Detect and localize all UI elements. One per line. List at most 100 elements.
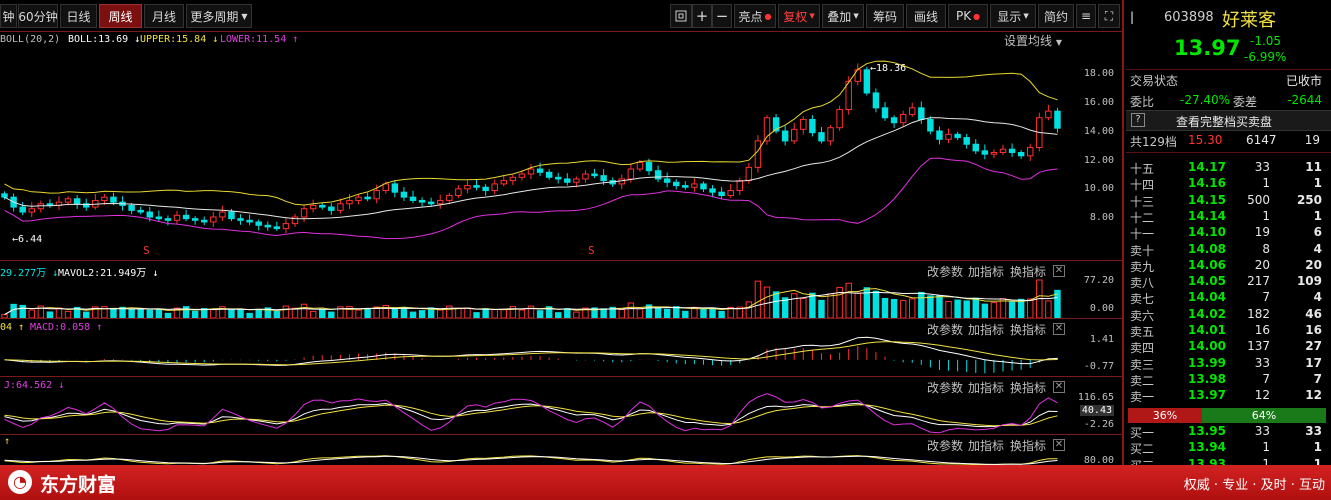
candle-body: [282, 223, 290, 230]
volume-bar: [19, 304, 26, 319]
ask-row[interactable]: 卖四 14.00 137 27: [1128, 339, 1326, 356]
candle-body: [591, 173, 598, 177]
lower-value: LOWER:11.54 ↑: [220, 34, 298, 45]
period-tab-month[interactable]: 月线: [144, 4, 184, 28]
candle-body: [246, 219, 253, 223]
macd-chart: [4, 336, 1058, 374]
panel5-divider: [0, 434, 1122, 435]
volume-bar: [55, 307, 63, 319]
list-icon[interactable]: ≡: [1076, 4, 1096, 28]
highlight-button[interactable]: 亮点 ●: [734, 4, 776, 28]
stock-name: 好莱客: [1222, 10, 1276, 31]
bid-row[interactable]: 买一 13.95 33 33: [1128, 424, 1326, 441]
ask-vol: 182: [1247, 306, 1270, 321]
full-book-button[interactable]: ? 查看完整档买卖盘: [1126, 110, 1331, 131]
macd-dif-line: [4, 336, 1058, 366]
vol-axis-top: 77.20: [1083, 275, 1114, 286]
draw-line-button[interactable]: 画线: [906, 4, 946, 28]
ask-row[interactable]: 卖二 13.98 7 7: [1128, 372, 1326, 389]
p5-close-icon[interactable]: ✕: [1053, 439, 1065, 451]
ask-cnt: 12: [1305, 388, 1322, 403]
more-period-dropdown[interactable]: 更多周期 ▼: [186, 4, 252, 28]
period-tab-min[interactable]: 钟: [0, 4, 17, 28]
ask-row[interactable]: 卖六 14.02 182 46: [1128, 307, 1326, 324]
overlay-dropdown[interactable]: 叠加 ▼: [822, 4, 864, 28]
volume-bar: [291, 307, 299, 319]
ask-row[interactable]: 十三 14.15 500 250: [1128, 193, 1326, 210]
ask-row[interactable]: 卖九 14.06 20 20: [1128, 258, 1326, 275]
toolbar-divider: [0, 31, 1122, 32]
period-tab-60min[interactable]: 60分钟: [18, 4, 58, 28]
chips-button[interactable]: 筹码: [866, 4, 904, 28]
zoom-out-icon[interactable]: −: [712, 4, 732, 28]
brand-logo-text: 东方财富: [40, 474, 117, 496]
volume-bar: [709, 307, 716, 319]
menu-icon[interactable]: |: [1130, 10, 1134, 24]
volume-bar: [836, 286, 843, 319]
fullscreen-icon[interactable]: ⛶: [1098, 4, 1120, 28]
chevron-down-icon: ▼: [809, 12, 815, 20]
candle-body: [582, 173, 589, 180]
volume-bar: [899, 299, 907, 319]
display-dropdown[interactable]: 显示 ▼: [990, 4, 1036, 28]
candle-body: [64, 198, 72, 203]
trade-status-row: 交易状态 已收市: [1128, 72, 1326, 89]
candle-body: [545, 171, 553, 178]
candle-body: [863, 69, 871, 94]
simple-button[interactable]: 简约: [1038, 4, 1074, 28]
ask-vol: 217: [1247, 274, 1270, 289]
candle-body: [201, 219, 208, 223]
vol-close-icon[interactable]: ✕: [1053, 265, 1065, 277]
volume-bar: [146, 309, 153, 319]
boll-mid-text: BOLL:13.69: [68, 34, 129, 45]
candle-body: [255, 221, 262, 226]
candle-body: [963, 137, 970, 145]
adjust-dropdown[interactable]: 复权 ▼: [778, 4, 820, 28]
period-tab-week[interactable]: 周线: [99, 4, 142, 28]
macd-text: MACD:0.058: [30, 322, 91, 333]
kdj-text: J:64.562: [4, 380, 53, 391]
candle-body: [237, 218, 244, 221]
volume-bar: [990, 302, 998, 319]
candle-body: [809, 118, 816, 134]
ask-row[interactable]: 十一 14.10 19 6: [1128, 225, 1326, 242]
volume-bar: [890, 298, 898, 319]
total-row: 共129档 15.30 6147 19: [1128, 133, 1326, 150]
ask-row[interactable]: 卖三 13.99 33 17: [1128, 356, 1326, 373]
pk-button[interactable]: PK ●: [948, 4, 988, 28]
volume-bar: [10, 303, 17, 319]
candle-body: [990, 152, 998, 155]
bid-vol: 1: [1262, 440, 1270, 455]
ask-row[interactable]: 十二 14.14 1 1: [1128, 209, 1326, 226]
volume-bar: [110, 308, 117, 319]
boll-label: BOLL(20,2): [0, 34, 60, 45]
help-icon[interactable]: ?: [1131, 113, 1145, 127]
frame-icon[interactable]: [670, 4, 692, 28]
ask-row[interactable]: 十五 14.17 33 11: [1128, 160, 1326, 177]
ask-row[interactable]: 卖七 14.04 7 4: [1128, 290, 1326, 307]
ask-row[interactable]: 卖五 14.01 16 16: [1128, 323, 1326, 340]
ask-row[interactable]: 十四 14.16 1 1: [1128, 176, 1326, 193]
ask-row[interactable]: 卖十 14.08 8 4: [1128, 242, 1326, 259]
ask-vol: 1: [1262, 208, 1270, 223]
candle-body: [555, 176, 562, 180]
volume-bar: [963, 300, 970, 319]
candle-body: [536, 168, 544, 173]
volume-bar: [1017, 298, 1025, 319]
volume-bar: [936, 295, 943, 319]
ask-row[interactable]: 卖八 14.05 217 109: [1128, 274, 1326, 291]
volume-bar: [881, 297, 889, 319]
overlay-label: 叠加: [827, 9, 852, 24]
candle-body: [164, 218, 172, 221]
bid-row[interactable]: 买二 13.94 1 1: [1128, 440, 1326, 457]
period-tab-day[interactable]: 日线: [60, 4, 97, 28]
total-label: 共129档: [1130, 135, 1177, 149]
vol-divider: [0, 260, 1122, 261]
volume-bar: [618, 308, 625, 319]
kdj-close-icon[interactable]: ✕: [1053, 381, 1065, 393]
zoom-in-icon[interactable]: +: [692, 4, 712, 28]
volume-bar: [854, 292, 861, 319]
ask-row[interactable]: 卖一 13.97 12 12: [1128, 388, 1326, 405]
volume-bar: [754, 280, 762, 319]
candle-body: [763, 117, 771, 142]
